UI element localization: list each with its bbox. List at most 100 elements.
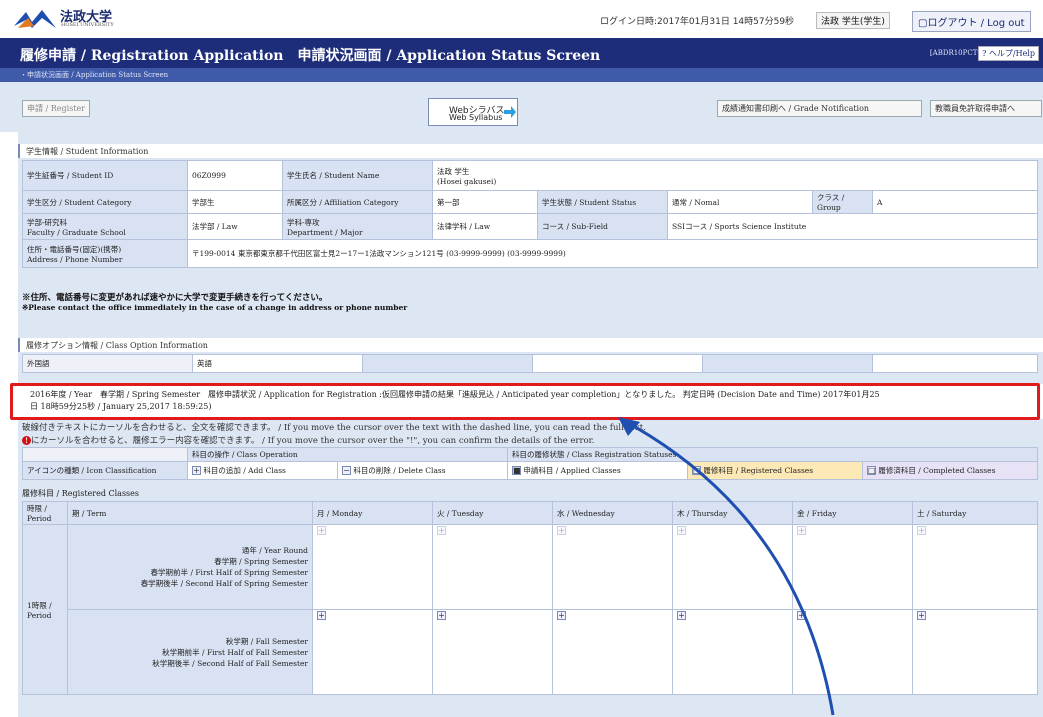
add-class-icon[interactable]: + (917, 526, 926, 535)
add-class-icon[interactable]: + (677, 526, 686, 535)
add-class-icon[interactable]: + (557, 611, 566, 620)
register-button[interactable]: 申請 / Register (22, 100, 91, 117)
add-class-icon[interactable]: + (437, 526, 446, 535)
saturday-header: 土 / Saturday (912, 501, 1038, 525)
logout-button[interactable]: ▢ログアウト / Log out (912, 11, 1031, 32)
student-info-header: 学生情報 / Student Information (18, 144, 1043, 158)
logo-mark-icon (14, 10, 56, 28)
web-syllabus-button[interactable]: Webシラバス Web Syllabus (428, 98, 518, 126)
spring-tue-cell[interactable]: + (432, 524, 553, 610)
class-option-title: 履修オプション情報 / Class Option Information (26, 341, 208, 350)
help-icon: ? (982, 49, 989, 58)
fall-mon-cell[interactable]: + (312, 609, 433, 695)
fall-thu-cell[interactable]: + (672, 609, 793, 695)
student-category-label: 学生区分 / Student Category (22, 190, 188, 214)
add-class-icon[interactable]: + (677, 611, 686, 620)
wednesday-header: 水 / Wednesday (552, 501, 673, 525)
fall-sat-cell[interactable]: + (912, 609, 1038, 695)
add-class-icon[interactable]: + (557, 526, 566, 535)
thursday-header: 木 / Thursday (672, 501, 793, 525)
fall-wed-cell[interactable]: + (552, 609, 673, 695)
legend-completed: □ 履修済科目 / Completed Classes (862, 461, 1038, 480)
legend-operation-header: 科目の操作 / Class Operation (187, 447, 508, 462)
address-label: 住所・電話番号(固定)(携帯) Address / Phone Number (22, 239, 188, 268)
page-title: 履修申請 / Registration Application 申請状況画面 /… (20, 48, 601, 64)
spring-sat-cell[interactable]: + (912, 524, 1038, 610)
logo-subtitle: HOSEI UNIVERSITY (61, 22, 114, 28)
spring-thu-cell[interactable]: + (672, 524, 793, 610)
student-info-title: 学生情報 / Student Information (26, 147, 149, 156)
student-id-value: 06Z0999 (187, 160, 283, 191)
department-label-en: Department / Major (287, 227, 363, 237)
registered-classes-title: 履修科目 / Registered Classes (22, 489, 139, 498)
registered-icon: □ (692, 466, 701, 475)
add-class-icon[interactable]: + (797, 611, 806, 620)
legend-completed-label: 履修済科目 / Completed Classes (878, 466, 996, 475)
department-value: 法律学科 / Law (432, 213, 538, 240)
term-year-round: 通年 / Year Round (241, 546, 308, 555)
spring-mon-cell[interactable]: + (312, 524, 433, 610)
address-value: 〒199-0014 東京都東京都千代田区富士見2ー17ー1法政マンション121号… (187, 239, 1038, 268)
option-empty-1 (362, 354, 533, 373)
add-icon: + (192, 466, 201, 475)
address-change-note-en: ※Please contact the office immediately i… (22, 303, 408, 312)
address-label-jp: 住所・電話番号(固定)(携帯) (27, 244, 122, 254)
spring-terms: 通年 / Year Round 春学期 / Spring Semester 春学… (67, 524, 313, 610)
friday-header: 金 / Friday (792, 501, 913, 525)
login-datetime: ログイン日時:2017年01月31日 14時57分59秒 (600, 17, 795, 27)
class-group-label: クラス / Group (812, 190, 873, 214)
teacher-license-button[interactable]: 教職員免許取得申請へ (930, 100, 1042, 117)
legend-applied: ■ 申請科目 / Applied Classes (507, 461, 688, 480)
period-1-label: 1時限 / Period (22, 524, 68, 695)
error-hint-text: にカーソルを合わせると、履修エラー内容を確認できます。 / If you mov… (31, 436, 595, 446)
student-name-value: 法政 学生 (Hosei gakusei) (432, 160, 1038, 191)
add-class-icon[interactable]: + (317, 611, 326, 620)
term-spring-second-half: 春学期後半 / Second Half of Spring Semester (140, 579, 308, 588)
spring-wed-cell[interactable]: + (552, 524, 673, 610)
icon-classification-label: アイコンの種類 / Icon Classification (22, 461, 188, 480)
add-class-icon[interactable]: + (797, 526, 806, 535)
course-label: コース / Sub-Field (537, 213, 668, 240)
page: { "header": { "logo_name": "法政大学", "logo… (0, 0, 1043, 717)
address-change-note-jp: ※住所、電話番号に変更があれば速やかに大学で変更手続きを行ってください。 (22, 293, 328, 303)
add-class-icon[interactable]: + (917, 611, 926, 620)
delete-icon: − (342, 466, 351, 475)
university-logo[interactable]: 法政大学 HOSEI UNIVERSITY (12, 6, 122, 32)
legend-add-label: 科目の追加 / Add Class (203, 466, 286, 475)
class-group-value: A (872, 190, 1038, 214)
affiliation-value: 第一部 (432, 190, 538, 214)
term-spring: 春学期 / Spring Semester (214, 557, 308, 566)
student-category-value: 学部生 (187, 190, 283, 214)
term-fall-second-half: 秋学期後半 / Second Half of Fall Semester (152, 658, 308, 668)
fall-fri-cell[interactable]: + (792, 609, 913, 695)
title-bar: 履修申請 / Registration Application 申請状況画面 /… (0, 38, 1043, 68)
add-class-icon[interactable]: + (317, 526, 326, 535)
foreign-language-label: 外国語 (22, 354, 193, 373)
tuesday-header: 火 / Tuesday (432, 501, 553, 525)
help-button[interactable]: ? ヘルプ/Help (978, 46, 1039, 61)
term-fall: 秋学期 / Fall Semester (225, 636, 308, 646)
option-empty-3 (702, 354, 873, 373)
class-option-table: 外国語 英語 (22, 354, 1038, 373)
add-class-icon[interactable]: + (437, 611, 446, 620)
fall-tue-cell[interactable]: + (432, 609, 553, 695)
top-bar: 法政大学 HOSEI UNIVERSITY ログイン日時:2017年01月31日… (0, 0, 1043, 38)
address-label-en: Address / Phone Number (27, 254, 123, 264)
student-id-label: 学生証番号 / Student ID (22, 160, 188, 191)
foreign-language-value: 英語 (192, 354, 363, 373)
error-icon-hint: ! にカーソルを合わせると、履修エラー内容を確認できます。 / If you mo… (22, 434, 594, 446)
spring-fri-cell[interactable]: + (792, 524, 913, 610)
logout-label: ログアウト / Log out (927, 18, 1025, 29)
breadcrumb-text: ・申請状況画面 / Application Status Screen (20, 71, 169, 79)
student-info-table: 学生証番号 / Student ID 06Z0999 学生氏名 / Studen… (22, 160, 1038, 268)
legend-corner (22, 447, 188, 462)
icon-legend-table: 科目の操作 / Class Operation 科目の履修状態 / Class … (22, 447, 1038, 480)
arrow-right-icon (504, 106, 516, 118)
legend-applied-label: 申請科目 / Applied Classes (523, 466, 621, 475)
applied-icon: ■ (512, 466, 521, 475)
dashed-text-hint: 破線付きテキストにカーソルを合わせると、全文を確認できます。 / If you … (22, 423, 646, 433)
schedule-table: 時限 / Period 期 / Term 月 / Monday 火 / Tues… (22, 501, 1038, 695)
grade-notification-button[interactable]: 成績通知書印刷へ / Grade Notification (717, 100, 922, 117)
faculty-label-jp: 学部-研究科 (27, 217, 68, 227)
highlight-box (10, 383, 1040, 420)
